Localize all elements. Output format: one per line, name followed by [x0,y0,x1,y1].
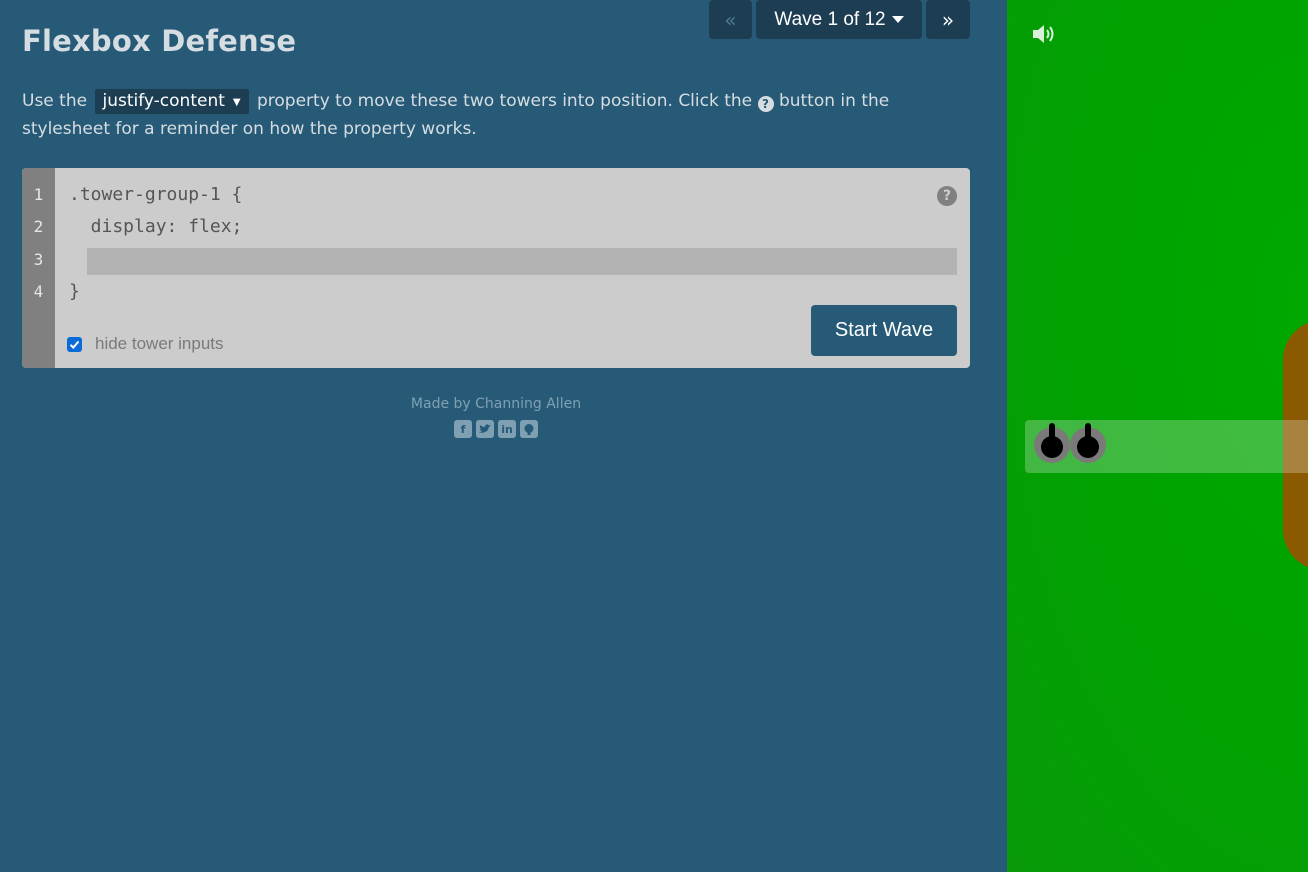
code-line-selector: .tower-group-1 { [69,184,243,205]
social-links: f in [454,420,538,438]
page-title: Flexbox Defense [22,24,297,58]
previous-wave-button[interactable]: « [709,0,752,39]
game-board [1007,0,1308,872]
help-icon: ? [757,96,774,112]
code-line-display: display: flex; [69,216,243,237]
hide-inputs-toggle[interactable]: hide tower inputs [67,334,224,354]
hide-inputs-checkbox[interactable] [67,336,82,352]
github-icon[interactable] [520,420,538,438]
facebook-icon[interactable]: f [454,420,472,438]
hide-inputs-label: hide tower inputs [95,334,224,353]
caret-down-icon [891,16,904,23]
twitter-icon[interactable] [476,420,494,438]
speaker-icon[interactable] [1031,22,1057,50]
line-number: 3 [33,250,44,269]
tower [1034,423,1070,463]
tower-barrel [1049,423,1055,443]
instructions-panel: Flexbox Defense « Wave 1 of 12 » Use the… [0,0,1007,872]
help-button[interactable]: ? [937,186,957,206]
wave-selector[interactable]: Wave 1 of 12 [756,0,922,39]
instructions-text: Use the justify-content ▼ property to mov… [22,87,922,143]
tower-group-1 [1025,420,1308,473]
line-number: 4 [33,282,44,301]
tower [1070,423,1106,463]
next-wave-button[interactable]: » [926,0,970,39]
credit-text: Made by Channing Allen [410,396,582,412]
tower-barrel [1085,423,1091,443]
line-number: 1 [33,185,44,204]
code-line-close: } [69,281,80,302]
checkmark-icon [69,340,80,349]
linkedin-icon[interactable]: in [498,420,516,438]
css-property-input[interactable] [87,248,957,275]
instructions-part-1: Use the [22,91,88,111]
property-select[interactable]: justify-content ▼ [95,89,249,114]
caret-down-icon: ▼ [232,97,241,108]
instructions-part-2: property to move these two towers into p… [257,91,753,111]
property-select-label: justify-content [102,91,225,111]
css-editor: 1 2 3 4 .tower-group-1 { display: flex; … [22,168,970,368]
wave-label: Wave 1 of 12 [774,8,886,30]
line-number: 2 [33,217,44,236]
start-wave-button[interactable]: Start Wave [811,305,957,356]
